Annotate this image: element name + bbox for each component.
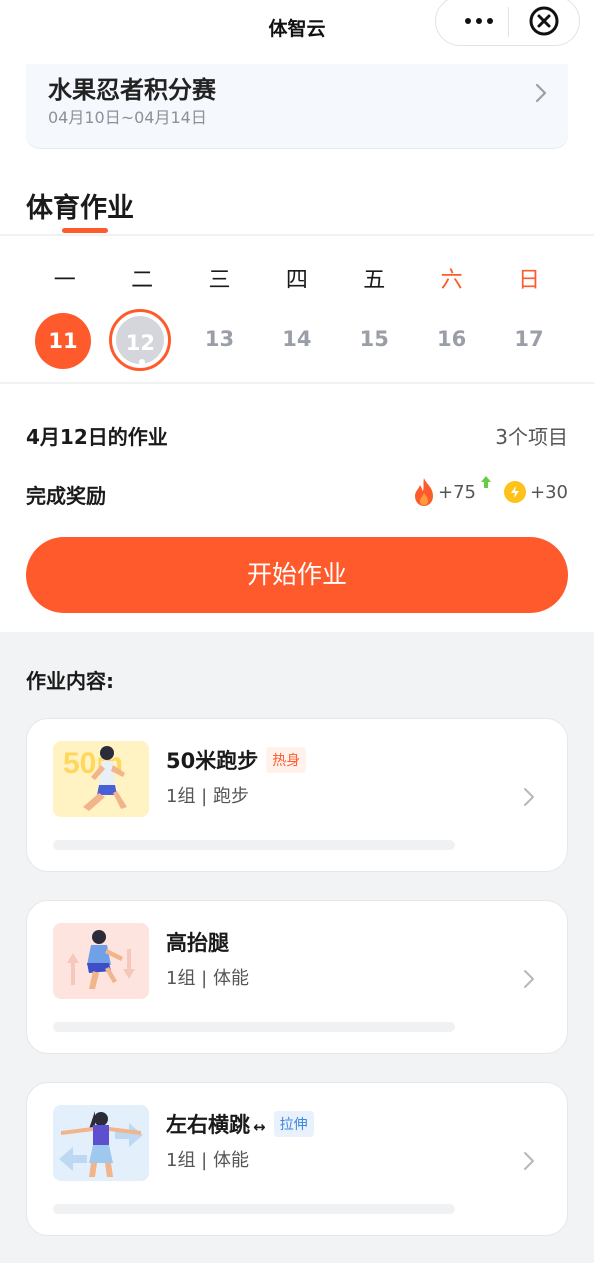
progress-placeholder-bar xyxy=(53,1022,455,1032)
weekday-label: 六 xyxy=(440,268,463,293)
exercise-name: 50米跑步 热身 xyxy=(166,745,307,775)
today-dot xyxy=(139,359,146,365)
date-number: 12 xyxy=(125,331,155,355)
fire-reward: +75 xyxy=(438,481,476,503)
weekday-row: 一 二 三 四 五 六 日 xyxy=(26,262,568,293)
selected-date-ring: 12 xyxy=(109,309,172,371)
weekday-label: 日 xyxy=(518,268,541,293)
exercise-name-text: 左右横跳 xyxy=(166,1113,250,1137)
contest-card[interactable]: 水果忍者积分赛 04月10日~04月14日 xyxy=(26,64,568,148)
date-item-completed[interactable]: 11 xyxy=(26,309,103,371)
date-number: 13 xyxy=(204,327,235,351)
selected-date-fill: 12 xyxy=(116,316,165,365)
coin-icon xyxy=(504,481,526,503)
date-number: 17 xyxy=(514,327,544,351)
weekday-label: 三 xyxy=(208,268,231,293)
close-circle-icon xyxy=(529,6,559,36)
reward-values: +75 +30 xyxy=(412,476,568,508)
more-button[interactable] xyxy=(450,3,508,39)
reward-label: 完成奖励 xyxy=(26,484,106,508)
date-item[interactable]: 14 xyxy=(258,309,335,371)
homework-date: 4月12日的作业 xyxy=(26,425,168,449)
coin-reward: +30 xyxy=(530,481,568,503)
chevron-right-icon xyxy=(524,788,534,806)
side-arrow-glyph: ↔ xyxy=(253,1118,266,1136)
homework-count: 3个项目 xyxy=(495,425,568,449)
chevron-right-icon xyxy=(524,1152,534,1170)
section-title-underline xyxy=(62,228,108,233)
exercise-card[interactable]: 50m 50米跑步 热身 1组 | 跑步 xyxy=(26,718,568,872)
exercise-thumbnail: 50m xyxy=(53,741,149,817)
date-row: 11 12 13 14 15 16 17 xyxy=(26,309,568,371)
more-dot-icon xyxy=(487,18,493,24)
date-item[interactable]: 15 xyxy=(336,309,413,371)
exercise-name-text: 50米跑步 xyxy=(166,749,259,773)
section-title: 体育作业 xyxy=(26,193,134,224)
contest-title: 水果忍者积分赛 xyxy=(48,76,216,104)
date-item[interactable]: 13 xyxy=(181,309,258,371)
nav-bar: 体智云 xyxy=(0,0,594,60)
chevron-right-icon xyxy=(524,970,534,988)
mini-program-capsule xyxy=(435,0,580,46)
content-label: 作业内容: xyxy=(26,669,114,693)
exercise-card[interactable]: 高抬腿 1组 | 体能 xyxy=(26,900,568,1054)
date-item[interactable]: 16 xyxy=(413,309,490,371)
divider xyxy=(0,234,594,236)
fire-icon xyxy=(415,478,433,506)
exercise-name: 左右横跳 ↔ 拉伸 xyxy=(166,1109,314,1139)
weekday-label: 五 xyxy=(363,268,386,293)
progress-placeholder-bar xyxy=(53,840,455,850)
progress-placeholder-bar xyxy=(53,1204,455,1214)
date-number: 15 xyxy=(359,327,389,351)
exercise-detail: 1组 | 体能 xyxy=(166,1150,249,1171)
date-number: 16 xyxy=(437,327,467,351)
exercise-card[interactable]: 左右横跳 ↔ 拉伸 1组 | 体能 xyxy=(26,1082,568,1236)
date-number: 14 xyxy=(282,327,312,351)
divider xyxy=(0,382,594,384)
weekday-label: 二 xyxy=(131,268,154,293)
capsule-divider xyxy=(508,7,509,37)
date-item[interactable]: 17 xyxy=(490,309,567,371)
weekday-label: 四 xyxy=(285,268,308,293)
stretch-tag: 拉伸 xyxy=(273,1111,314,1137)
exercise-thumbnail xyxy=(53,1105,149,1181)
date-item-selected[interactable]: 12 xyxy=(103,309,180,371)
more-dot-icon xyxy=(476,18,482,24)
date-number: 11 xyxy=(48,329,78,353)
start-homework-button[interactable]: 开始作业 xyxy=(26,537,568,613)
completed-date-circle: 11 xyxy=(35,313,91,369)
close-button[interactable] xyxy=(528,5,560,37)
exercise-name: 高抬腿 xyxy=(166,931,229,955)
exercise-thumbnail xyxy=(53,923,149,999)
exercise-detail: 1组 | 跑步 xyxy=(166,786,249,807)
arrow-up-icon xyxy=(481,476,491,488)
exercise-detail: 1组 | 体能 xyxy=(166,968,249,989)
more-dot-icon xyxy=(465,18,471,24)
contest-dates: 04月10日~04月14日 xyxy=(48,108,207,127)
warmup-tag: 热身 xyxy=(266,747,307,773)
weekday-label: 一 xyxy=(53,268,76,293)
chevron-right-icon xyxy=(535,83,547,103)
